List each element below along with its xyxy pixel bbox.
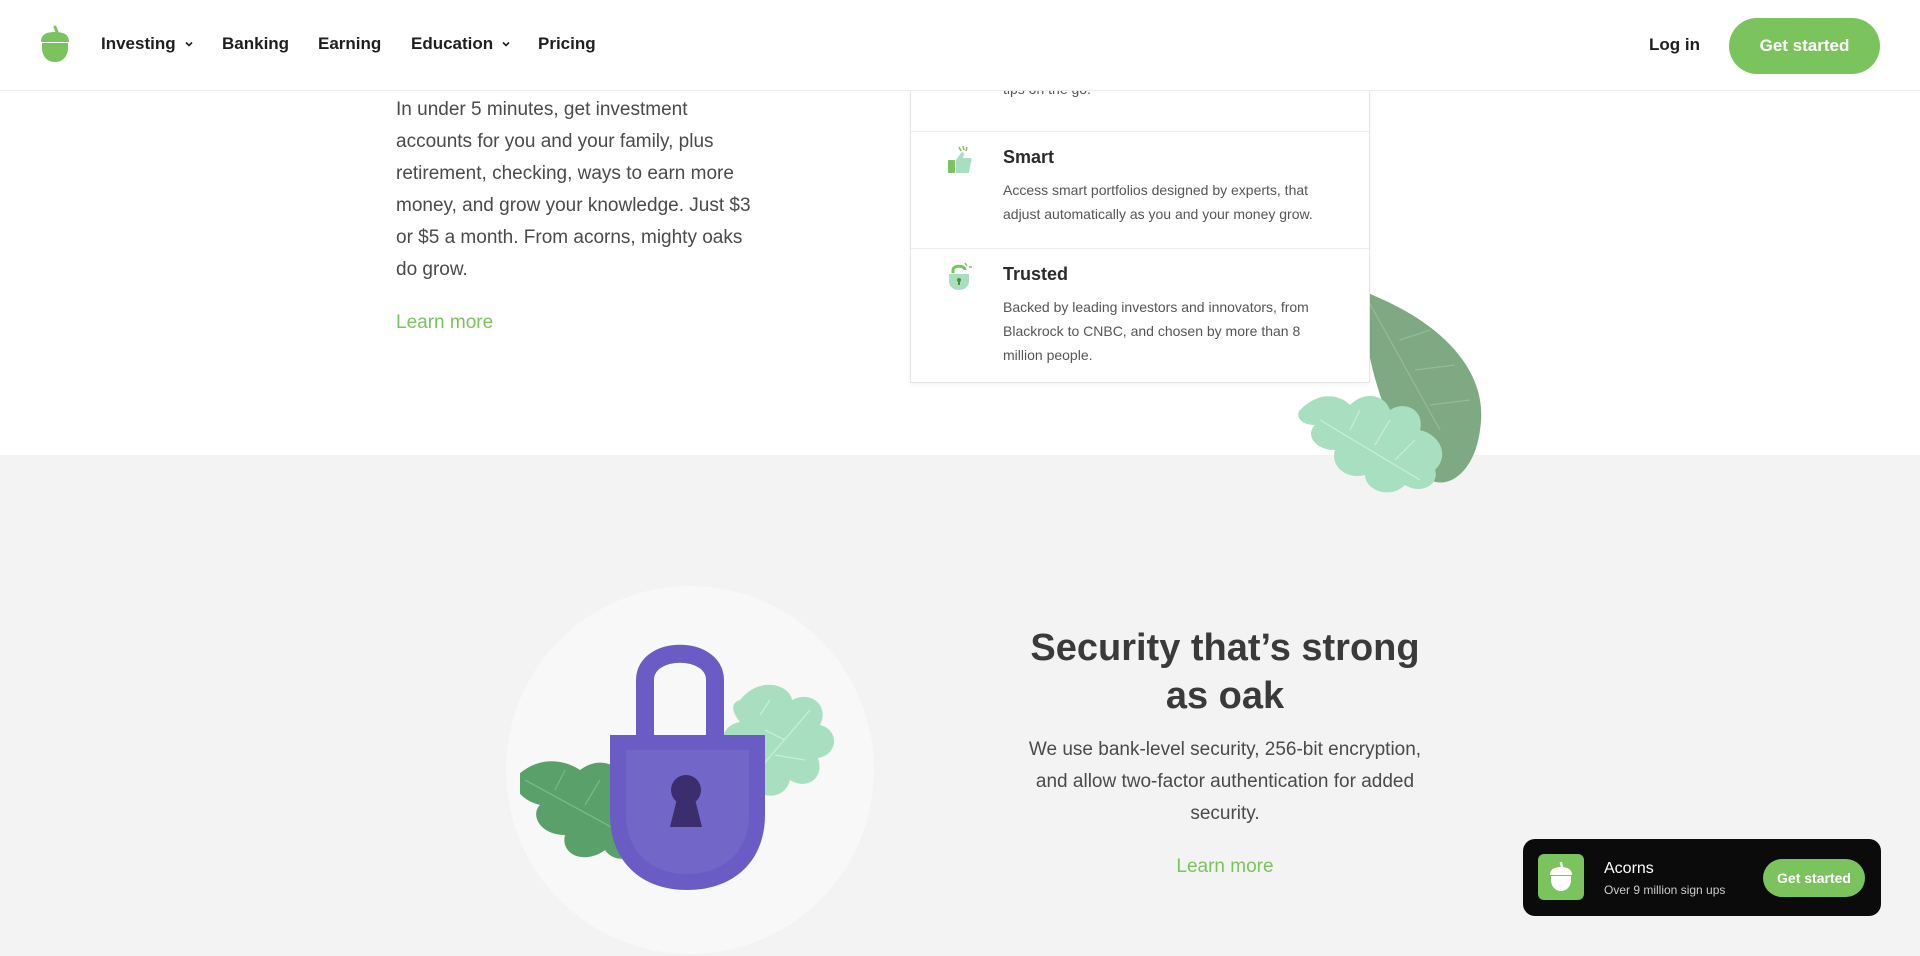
- nav-earning[interactable]: Earning: [318, 34, 381, 54]
- app-download-banner: Acorns Over 9 million sign ups Get start…: [1523, 839, 1881, 916]
- nav-investing-label: Investing: [101, 34, 176, 53]
- chevron-down-icon: [502, 41, 510, 47]
- feature-smart-description: Access smart portfolios designed by expe…: [1003, 182, 1313, 222]
- padlock-illustration: [520, 644, 835, 890]
- acorn-icon: [1550, 861, 1572, 891]
- nav-education[interactable]: Education: [411, 34, 511, 54]
- chevron-down-icon: [185, 41, 193, 47]
- security-learn-more-link[interactable]: Learn more: [1025, 856, 1425, 878]
- intro-paragraph: In under 5 minutes, get investment accou…: [396, 99, 751, 280]
- security-description: We use bank-level security, 256-bit encr…: [1028, 739, 1422, 824]
- nav-education-label: Education: [411, 34, 494, 53]
- acorns-logo-icon[interactable]: [38, 24, 72, 64]
- login-link[interactable]: Log in: [1649, 35, 1700, 55]
- acorns-app-icon: [1538, 854, 1584, 900]
- nav-pricing-label: Pricing: [538, 34, 596, 53]
- feature-smart: Smart Access smart portfolios designed b…: [911, 131, 1369, 248]
- banner-subtitle: Over 9 million sign ups: [1604, 883, 1726, 897]
- learn-more-link[interactable]: Learn more: [396, 312, 493, 334]
- get-started-button[interactable]: Get started: [1729, 18, 1880, 74]
- feature-trusted: Trusted Backed by leading investors and …: [911, 248, 1369, 383]
- banner-title: Acorns: [1604, 860, 1654, 877]
- shield-lock-icon: [949, 262, 972, 290]
- nav-pricing[interactable]: Pricing: [538, 34, 596, 54]
- feature-trusted-description: Backed by leading investors and innovato…: [1003, 299, 1309, 363]
- nav-banking-label: Banking: [222, 34, 290, 53]
- thumbs-up-icon: [948, 145, 972, 173]
- feature-smart-title: Smart: [1003, 147, 1055, 167]
- feature-trusted-title: Trusted: [1003, 264, 1069, 284]
- nav-banking[interactable]: Banking: [222, 34, 289, 54]
- top-navigation: Investing Banking Earning Education Pric…: [0, 0, 1920, 91]
- features-card: tips on the go. Smart Access smart portf…: [910, 81, 1370, 383]
- banner-get-started-button[interactable]: Get started: [1763, 859, 1865, 897]
- nav-earning-label: Earning: [318, 34, 382, 53]
- nav-investing[interactable]: Investing: [101, 34, 194, 54]
- security-title: Security that’s strong as oak: [1030, 627, 1420, 717]
